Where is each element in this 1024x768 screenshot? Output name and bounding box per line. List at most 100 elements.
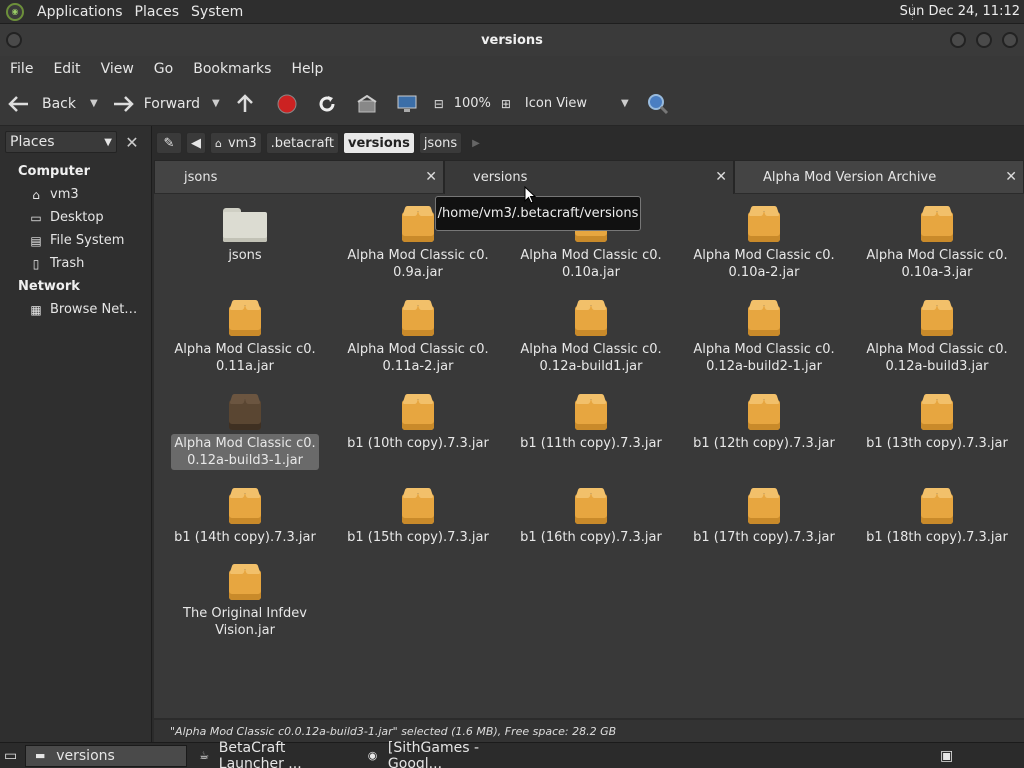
file-item[interactable]: Alpha Mod Classic c0. 0.12a-build3-1.jar xyxy=(170,394,320,470)
file-label-line: b1 (18th copy).7.3.jar xyxy=(866,530,1008,545)
jar-package-icon xyxy=(921,488,953,524)
close-tab-icon[interactable]: ✕ xyxy=(425,169,437,185)
file-label-line: b1 (14th copy).7.3.jar xyxy=(174,530,316,545)
workspace-switcher-icon[interactable]: ▣ xyxy=(936,745,957,767)
pathbar-right-arrow[interactable]: ▶ xyxy=(472,138,480,149)
tab-alpha-mod-version-archive[interactable]: Alpha Mod Version Archive ✕ xyxy=(734,160,1024,193)
menu-file[interactable]: File xyxy=(0,61,43,77)
file-item[interactable]: Alpha Mod Classic c0. 0.10a-3.jar xyxy=(862,206,1012,282)
file-label: Alpha Mod Classic c0. 0.10a-3.jar xyxy=(863,246,1010,282)
task-betacraft-launcher[interactable]: ☕ BetaCraft Launcher ... xyxy=(191,740,355,768)
back-button[interactable]: Back xyxy=(8,82,76,125)
file-item[interactable]: b1 (15th copy).7.3.jar xyxy=(343,488,493,547)
close-window-button[interactable] xyxy=(1002,32,1018,48)
file-icon-view[interactable]: jsons Alpha Mod Classic c0. 0.9a.jar Alpha … xyxy=(154,194,1024,718)
forward-button[interactable]: Forward xyxy=(112,82,200,125)
window-titlebar[interactable]: versions xyxy=(0,24,1024,56)
file-label: b1 (18th copy).7.3.jar xyxy=(863,528,1011,547)
file-label: b1 (13th copy).7.3.jar xyxy=(863,434,1011,453)
search-icon[interactable] xyxy=(647,93,669,115)
tab-versions[interactable]: versions ✕ xyxy=(444,160,734,194)
up-arrow-icon[interactable] xyxy=(234,93,256,115)
file-label-line: 0.12a-build3.jar xyxy=(885,359,989,374)
file-label-line: 0.12a-build1.jar xyxy=(539,359,643,374)
file-label-line: 0.11a.jar xyxy=(216,359,274,374)
distro-logo-icon[interactable]: ◉ xyxy=(6,2,24,21)
forward-history-dropdown[interactable]: ▼ xyxy=(212,98,220,109)
file-label-line: jsons xyxy=(228,248,262,263)
file-item[interactable]: The Original Infdev Vision.jar xyxy=(170,564,320,640)
menu-help[interactable]: Help xyxy=(281,61,333,77)
folder-icon xyxy=(223,206,267,242)
file-item[interactable]: b1 (13th copy).7.3.jar xyxy=(862,394,1012,453)
file-label: b1 (16th copy).7.3.jar xyxy=(517,528,665,547)
sidebar-close-icon[interactable]: ✕ xyxy=(121,132,143,152)
zoom-in-icon[interactable]: ⊞ xyxy=(495,93,517,115)
sidebar-item-browse-network[interactable]: ▦ Browse Net… xyxy=(28,302,137,317)
menu-edit[interactable]: Edit xyxy=(43,61,90,77)
window-menu-icon[interactable] xyxy=(6,32,22,48)
jar-package-icon xyxy=(229,300,261,336)
file-label: Alpha Mod Classic c0. 0.10a.jar xyxy=(517,246,664,282)
stop-icon[interactable] xyxy=(276,93,298,115)
pathbar-left-arrow[interactable]: ◀ xyxy=(186,132,206,154)
file-item[interactable]: Alpha Mod Classic c0. 0.12a-build2-1.jar xyxy=(689,300,839,376)
edit-location-button[interactable]: ✎ xyxy=(156,132,182,154)
menu-view[interactable]: View xyxy=(91,61,144,77)
file-item[interactable]: b1 (10th copy).7.3.jar xyxy=(343,394,493,453)
close-tab-icon[interactable]: ✕ xyxy=(1005,169,1017,185)
sidebar-item-vm3[interactable]: ⌂ vm3 xyxy=(28,187,78,202)
sidebar-item-desktop[interactable]: ▭ Desktop xyxy=(28,210,103,225)
places-menu[interactable]: Places xyxy=(129,4,186,20)
jar-package-icon xyxy=(402,206,434,242)
show-desktop-icon[interactable]: ▭ xyxy=(0,745,21,767)
task-versions[interactable]: ▬ versions xyxy=(25,744,188,767)
sidebar-type-select[interactable]: Places ▼ xyxy=(5,131,117,153)
folder-item[interactable]: jsons xyxy=(170,206,320,265)
applications-menu[interactable]: Applications xyxy=(31,4,129,20)
file-item[interactable]: Alpha Mod Classic c0. 0.12a-build3.jar xyxy=(862,300,1012,376)
crumb-betacraft[interactable]: .betacraft xyxy=(265,132,339,154)
back-label: Back xyxy=(42,95,76,112)
back-history-dropdown[interactable]: ▼ xyxy=(90,98,98,109)
tab-label: Alpha Mod Version Archive xyxy=(763,169,937,185)
file-item[interactable]: b1 (16th copy).7.3.jar xyxy=(516,488,666,547)
file-label: Alpha Mod Classic c0. 0.12a-build2-1.jar xyxy=(690,340,837,376)
close-tab-icon[interactable]: ✕ xyxy=(715,169,727,185)
sidebar-item-file-system[interactable]: ▤ File System xyxy=(28,233,124,248)
menu-bookmarks[interactable]: Bookmarks xyxy=(183,61,281,77)
file-item[interactable]: b1 (14th copy).7.3.jar xyxy=(170,488,320,547)
crumb-versions[interactable]: versions xyxy=(342,132,415,154)
file-item[interactable]: Alpha Mod Classic c0. 0.12a-build1.jar xyxy=(516,300,666,376)
sidebar-item-trash[interactable]: ▯ Trash xyxy=(28,256,85,271)
file-item[interactable]: b1 (12th copy).7.3.jar xyxy=(689,394,839,453)
view-mode-select[interactable]: Icon View xyxy=(525,96,587,111)
java-icon: ☕ xyxy=(199,749,209,762)
file-item[interactable]: b1 (18th copy).7.3.jar xyxy=(862,488,1012,547)
task-sithgames-chrome[interactable]: ◉ [SithGames - Googl... xyxy=(359,740,531,768)
tab-label: versions xyxy=(473,170,528,185)
system-menu[interactable]: System xyxy=(185,4,249,20)
network-icon: ▦ xyxy=(30,302,42,317)
computer-icon[interactable] xyxy=(396,93,418,115)
reload-icon[interactable] xyxy=(316,93,338,115)
zoom-out-icon[interactable]: ⊟ xyxy=(428,93,450,115)
crumb-vm3[interactable]: ⌂ vm3 xyxy=(210,132,262,154)
crumb-jsons[interactable]: jsons xyxy=(418,132,463,154)
file-label-line: 0.9a.jar xyxy=(393,265,443,280)
file-item[interactable]: Alpha Mod Classic c0. 0.11a-2.jar xyxy=(343,300,493,376)
file-item[interactable]: Alpha Mod Classic c0. 0.11a.jar xyxy=(170,300,320,376)
file-label: Alpha Mod Classic c0. 0.12a-build3-1.jar xyxy=(171,434,319,470)
file-item[interactable]: b1 (11th copy).7.3.jar xyxy=(516,394,666,453)
minimize-button[interactable] xyxy=(950,32,966,48)
path-tooltip: /home/vm3/.betacraft/versions xyxy=(435,196,641,231)
view-mode-dropdown[interactable]: ▼ xyxy=(621,98,629,109)
clock[interactable]: Sun Dec 24, 11:12 xyxy=(900,4,1020,19)
menu-go[interactable]: Go xyxy=(144,61,183,77)
tab-jsons[interactable]: jsons ✕ xyxy=(154,160,444,193)
file-item[interactable]: Alpha Mod Classic c0. 0.10a-2.jar xyxy=(689,206,839,282)
maximize-button[interactable] xyxy=(976,32,992,48)
home-icon[interactable] xyxy=(356,93,378,115)
file-item[interactable]: b1 (17th copy).7.3.jar xyxy=(689,488,839,547)
chevron-down-icon: ▼ xyxy=(104,136,112,148)
